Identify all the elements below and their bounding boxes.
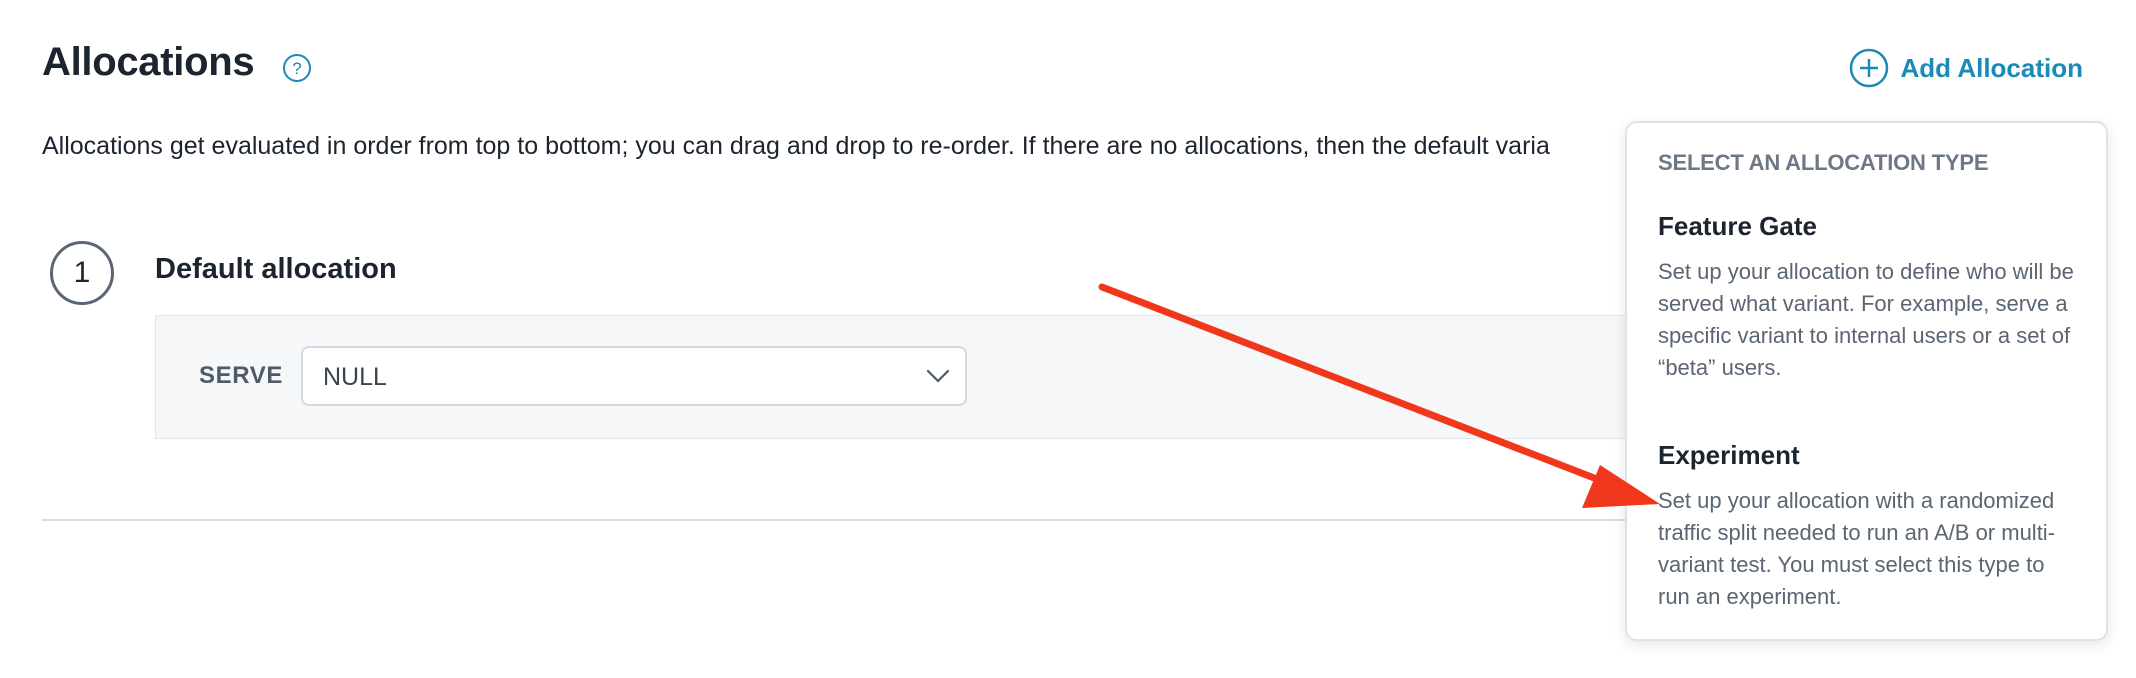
question-circle-icon[interactable]: ? [282, 53, 312, 83]
allocation-type-dropdown: SELECT AN ALLOCATION TYPE Feature Gate S… [1625, 121, 2108, 641]
option-experiment[interactable]: Experiment Set up your allocation with a… [1658, 440, 2078, 613]
add-allocation-button[interactable]: Add Allocation [1849, 48, 2083, 88]
option-description: Set up your allocation to define who wil… [1658, 259, 2074, 380]
serve-variant-select[interactable]: NULL [301, 346, 967, 406]
dropdown-header: SELECT AN ALLOCATION TYPE [1658, 150, 1989, 175]
serve-select-value: NULL [323, 363, 387, 391]
svg-text:?: ? [292, 59, 301, 78]
option-description: Set up your allocation with a randomized… [1658, 488, 2056, 609]
section-divider [42, 519, 1642, 521]
option-feature-gate[interactable]: Feature Gate Set up your allocation to d… [1658, 211, 2078, 384]
option-name: Feature Gate [1658, 211, 1817, 241]
serve-label: SERVE [199, 362, 283, 389]
add-allocation-label: Add Allocation [1900, 52, 2083, 83]
allocation-title: Default allocation [155, 253, 397, 285]
allocations-description: Allocations get evaluated in order from … [42, 132, 1550, 160]
allocation-number-badge: 1 [50, 241, 114, 305]
plus-circle-icon [1849, 48, 1888, 88]
serve-panel: SERVE NULL [155, 315, 1627, 439]
allocations-page: Allocations ? Add Allocation Allocations… [0, 0, 2136, 678]
option-name: Experiment [1658, 440, 1800, 470]
page-title: Allocations [42, 40, 255, 84]
chevron-down-icon [926, 369, 950, 383]
